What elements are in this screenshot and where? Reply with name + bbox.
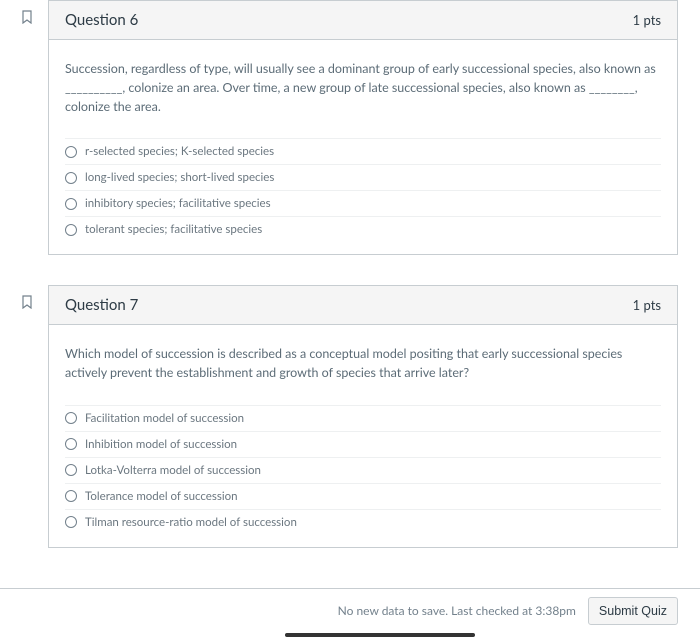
question-text: Which model of succession is described a…	[65, 345, 661, 383]
answer-option[interactable]: r-selected species; K-selected species	[65, 138, 661, 164]
radio-icon[interactable]	[65, 198, 77, 210]
bookmark-icon[interactable]	[20, 10, 34, 24]
answer-option[interactable]: tolerant species; facilitative species	[65, 216, 661, 242]
answer-label: Lotka-Volterra model of succession	[85, 464, 261, 477]
answer-option[interactable]: Facilitation model of succession	[65, 405, 661, 431]
flag-column	[20, 285, 48, 548]
question-card: Question 7 1 pts Which model of successi…	[48, 285, 678, 548]
answer-label: tolerant species; facilitative species	[85, 223, 262, 236]
question-text: Succession, regardless of type, will usu…	[65, 60, 661, 116]
question-header: Question 6 1 pts	[49, 1, 677, 40]
answer-option[interactable]: Tilman resource-ratio model of successio…	[65, 509, 661, 535]
answer-label: Tilman resource-ratio model of successio…	[85, 516, 297, 529]
answer-label: r-selected species; K-selected species	[85, 145, 274, 158]
answer-label: Facilitation model of succession	[85, 412, 244, 425]
radio-icon[interactable]	[65, 490, 77, 502]
radio-icon[interactable]	[65, 464, 77, 476]
answer-option[interactable]: Inhibition model of succession	[65, 431, 661, 457]
question-points: 1 pts	[633, 297, 661, 313]
footer-bar: No new data to save. Last checked at 3:3…	[0, 588, 700, 633]
question-body: Succession, regardless of type, will usu…	[49, 40, 677, 254]
answer-option[interactable]: Lotka-Volterra model of succession	[65, 457, 661, 483]
answer-label: long-lived species; short-lived species	[85, 171, 274, 184]
radio-icon[interactable]	[65, 412, 77, 424]
answer-label: Tolerance model of succession	[85, 490, 238, 503]
question-points: 1 pts	[633, 12, 661, 28]
answer-option[interactable]: inhibitory species; facilitative species	[65, 190, 661, 216]
scrollbar[interactable]	[0, 633, 700, 637]
answers-list: r-selected species; K-selected species l…	[65, 138, 661, 242]
save-status: No new data to save. Last checked at 3:3…	[338, 603, 576, 618]
submit-quiz-button[interactable]: Submit Quiz	[588, 597, 678, 625]
question-body: Which model of succession is described a…	[49, 325, 677, 547]
radio-icon[interactable]	[65, 172, 77, 184]
answer-option[interactable]: long-lived species; short-lived species	[65, 164, 661, 190]
scroll-thumb[interactable]	[285, 633, 475, 637]
question-block: Question 7 1 pts Which model of successi…	[0, 285, 700, 548]
bookmark-icon[interactable]	[20, 295, 34, 309]
radio-icon[interactable]	[65, 146, 77, 158]
radio-icon[interactable]	[65, 438, 77, 450]
question-title: Question 7	[65, 296, 138, 314]
answer-option[interactable]: Tolerance model of succession	[65, 483, 661, 509]
question-block: Question 6 1 pts Succession, regardless …	[0, 0, 700, 255]
answer-label: Inhibition model of succession	[85, 438, 237, 451]
answers-list: Facilitation model of succession Inhibit…	[65, 405, 661, 535]
question-title: Question 6	[65, 11, 138, 29]
question-card: Question 6 1 pts Succession, regardless …	[48, 0, 678, 255]
radio-icon[interactable]	[65, 516, 77, 528]
radio-icon[interactable]	[65, 224, 77, 236]
flag-column	[20, 0, 48, 255]
answer-label: inhibitory species; facilitative species	[85, 197, 271, 210]
question-header: Question 7 1 pts	[49, 286, 677, 325]
